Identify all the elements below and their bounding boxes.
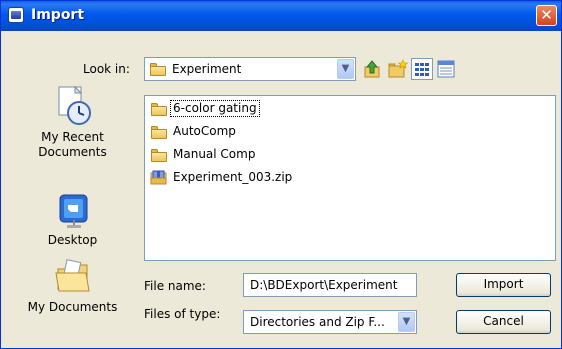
details-view-button[interactable] (435, 58, 457, 80)
place-my-recent-documents[interactable]: My Recent Documents (10, 85, 135, 160)
my-documents-icon (54, 259, 90, 292)
folder-icon (151, 149, 167, 162)
file-name: AutoComp (173, 124, 236, 138)
places-bar: My Recent Documents Desktop My Documents (10, 85, 135, 342)
title-bar[interactable]: Import ✕ (1, 1, 561, 31)
file-name-label: File name: (144, 279, 206, 293)
close-button[interactable]: ✕ (536, 5, 557, 26)
window-title: Import (31, 7, 85, 23)
folder-icon (150, 63, 166, 76)
new-folder-icon (388, 59, 409, 78)
import-button[interactable]: Import (456, 273, 551, 297)
files-of-type-label: Files of type: (144, 307, 221, 321)
create-new-folder-button[interactable] (387, 58, 409, 80)
look-in-label: Look in: (83, 62, 130, 76)
close-icon: ✕ (540, 6, 553, 24)
chevron-down-icon[interactable]: ▼ (398, 312, 415, 332)
file-name: Experiment_003.zip (173, 170, 293, 184)
place-label: Documents (38, 145, 107, 159)
details-view-icon (437, 60, 455, 78)
list-view-icon (415, 63, 429, 76)
place-desktop[interactable]: Desktop (10, 192, 135, 248)
place-label: Desktop (47, 233, 98, 247)
files-of-type-value: Directories and Zip F... (250, 315, 385, 329)
desktop-icon (59, 194, 87, 228)
java-app-icon (8, 7, 24, 23)
file-list[interactable]: 6-color gating AutoComp Manual Comp Expe… (144, 95, 556, 261)
recent-documents-icon (58, 85, 91, 125)
import-dialog: Import ✕ Look in: Experiment ▼ My Recent… (0, 0, 562, 349)
up-folder-icon (364, 60, 380, 78)
zip-file-icon (150, 170, 167, 185)
file-name-input[interactable]: D:\BDExport\Experiment (243, 273, 417, 297)
up-one-level-button[interactable] (362, 58, 384, 80)
file-name: 6-color gating (170, 100, 260, 117)
look-in-value: Experiment (172, 62, 242, 76)
look-in-combo[interactable]: Experiment ▼ (144, 57, 356, 81)
file-name: Manual Comp (173, 147, 256, 161)
list-view-button[interactable] (411, 58, 433, 80)
file-name-value: D:\BDExport\Experiment (250, 278, 398, 292)
place-my-documents[interactable]: My Documents (10, 257, 135, 315)
folder-icon (151, 126, 167, 139)
cancel-button[interactable]: Cancel (456, 310, 551, 334)
place-label: My Documents (27, 300, 118, 314)
place-label: My Recent (41, 130, 104, 144)
folder-icon (151, 103, 167, 116)
chevron-down-icon[interactable]: ▼ (337, 59, 354, 79)
files-of-type-combo[interactable]: Directories and Zip F... ▼ (243, 310, 417, 334)
